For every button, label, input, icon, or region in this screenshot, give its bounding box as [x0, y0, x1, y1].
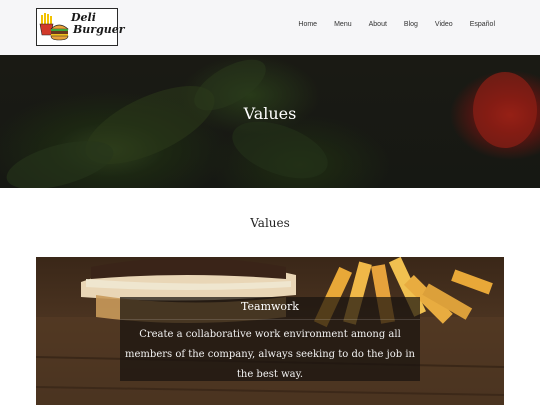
main-nav: Home Menu About Blog Video Español	[281, 21, 495, 28]
value-card: Teamwork Create a collaborative work env…	[36, 257, 504, 405]
card-text: Create a collaborative work environment …	[125, 329, 415, 380]
hero-banner: Values	[0, 55, 540, 188]
nav-espanol[interactable]: Español	[470, 21, 495, 28]
nav-home[interactable]: Home	[298, 21, 317, 28]
hero-title: Values	[243, 104, 297, 123]
logo-line-2: Burguer	[73, 23, 125, 36]
card-title: Teamwork	[241, 300, 299, 313]
nav-menu[interactable]: Menu	[334, 21, 352, 28]
nav-about[interactable]: About	[369, 21, 387, 28]
nav-video[interactable]: Video	[435, 21, 453, 28]
fries-burger-icon	[39, 13, 69, 41]
card-divider	[120, 319, 420, 320]
logo-wordmark: Deli Burguer	[71, 12, 125, 36]
site-header: Deli Burguer Home Menu About Blog Video …	[0, 0, 540, 56]
section-title: Values	[250, 216, 290, 230]
nav-blog[interactable]: Blog	[404, 21, 418, 28]
site-logo[interactable]: Deli Burguer	[36, 8, 125, 46]
